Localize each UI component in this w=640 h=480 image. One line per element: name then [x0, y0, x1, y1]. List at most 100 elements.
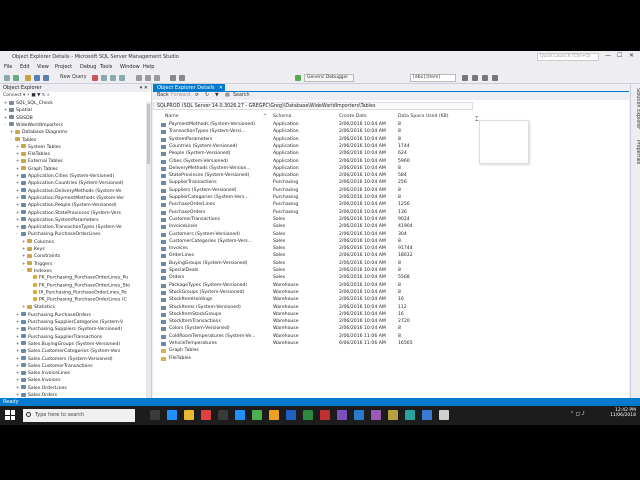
table-row[interactable]: InvoiceLines Sales 2/06/2016 10:04 AM 41904	[153, 223, 629, 230]
tree-node[interactable]: + FileTables	[16, 151, 50, 158]
quick-launch-input[interactable]: Quick Launch (Ctrl+Q)	[537, 53, 599, 61]
tree-node[interactable]: + Purchasing.PurchaseOrders	[16, 312, 91, 319]
tree-node[interactable]: + Application.Cities (System-Versioned)	[16, 173, 114, 180]
tree-node[interactable]: + Keys	[22, 246, 45, 253]
col-create-date-header[interactable]: Create Date	[339, 113, 367, 120]
table-row[interactable]: CustomerTransactions Sales 2/06/2016 10:04…	[153, 216, 629, 223]
menu-tools[interactable]: Tools	[100, 64, 112, 70]
options-icon[interactable]	[492, 75, 498, 81]
tree-node[interactable]: + Database Diagrams	[10, 129, 68, 136]
table-row[interactable]: Countries (System-Versioned) Application 2…	[153, 143, 629, 150]
table-row[interactable]: Orders Sales 2/06/2016 10:04 AM 5568	[153, 274, 629, 281]
minimize-button[interactable]: —	[605, 52, 611, 59]
back-button[interactable]: Back	[157, 92, 169, 100]
tree-node[interactable]: + Sales.CustomerTransactions	[16, 363, 93, 370]
db-engine-query-icon[interactable]	[92, 75, 98, 81]
maximize-button[interactable]: ☐	[617, 52, 622, 59]
save-all-icon[interactable]	[43, 75, 49, 81]
table-row[interactable]: SystemParameters Application 2/06/2016 10:…	[153, 136, 629, 143]
tree-node[interactable]: + Triggers	[22, 261, 52, 268]
tree-node[interactable]: + System Tables	[16, 144, 61, 151]
redo-icon[interactable]	[179, 75, 185, 81]
find-icon[interactable]	[462, 75, 468, 81]
table-row[interactable]: ColdRoomTemperatures (System-Ve... Wareho…	[153, 333, 629, 340]
taskbar-app-icon[interactable]	[235, 410, 245, 420]
table-row[interactable]: PurchaseOrders Purchasing 2/06/2016 10:04 …	[153, 209, 629, 216]
col-space-header[interactable]: Data Space Used (KB)	[398, 113, 449, 120]
start-debug-icon[interactable]	[295, 75, 301, 81]
clock[interactable]: 12:42 PM 11/06/2018	[596, 408, 636, 418]
taskbar-app-icon[interactable]	[422, 410, 432, 420]
taskbar-app-icon[interactable]	[201, 410, 211, 420]
tab-solution-explorer[interactable]: Solution Explorer	[632, 88, 640, 129]
connect-button[interactable]: Connect ▾	[3, 93, 25, 98]
menu-help[interactable]: Help	[143, 64, 154, 70]
table-row[interactable]: SpecialDeals Sales 2/06/2016 10:04 AM 8	[153, 267, 629, 274]
taskbar-app-icon[interactable]	[405, 410, 415, 420]
table-row[interactable]: Cities (System-Versioned) Application 2/06…	[153, 158, 629, 165]
table-row[interactable]: Invoices Sales 2/06/2016 10:04 AM 91744	[153, 245, 629, 252]
menu-debug[interactable]: Debug	[80, 64, 96, 70]
taskbar-search-input[interactable]: Type here to search	[23, 409, 135, 422]
properties-icon[interactable]	[472, 75, 478, 81]
table-row[interactable]: SupplierCategories (System-Vers... Purcha…	[153, 194, 629, 201]
menu-window[interactable]: Window	[120, 64, 140, 70]
cut-icon[interactable]	[136, 75, 142, 81]
table-row[interactable]: TransactionTypes (System-Versi... Applica…	[153, 128, 629, 135]
tree-node[interactable]: - Tables	[10, 137, 36, 144]
copy-icon[interactable]	[145, 75, 151, 81]
pin-close-icon[interactable]: ▾ ✕	[140, 84, 148, 92]
close-button[interactable]: ✕	[629, 52, 634, 59]
taskbar-app-icon[interactable]	[320, 410, 330, 420]
table-row[interactable]: StockItemTransactions Warehouse 2/06/2016 …	[153, 318, 629, 325]
sync-icon[interactable]: ⟳	[195, 92, 199, 100]
tree-node[interactable]: + Spatial	[4, 107, 32, 114]
taskbar-app-icon[interactable]	[337, 410, 347, 420]
dmx-icon[interactable]	[110, 75, 116, 81]
tree-node[interactable]: + Sales.OrderLines	[16, 385, 67, 392]
tab-properties[interactable]: Properties	[632, 140, 640, 164]
start-button[interactable]	[5, 410, 15, 420]
refresh-icon[interactable]: ↻	[205, 92, 209, 100]
taskbar-app-icon[interactable]	[439, 410, 449, 420]
search-button[interactable]: Search	[233, 92, 249, 100]
save-icon[interactable]	[34, 75, 40, 81]
tree-node[interactable]: + Application.SystemParameters	[16, 217, 99, 224]
table-row[interactable]: Suppliers (System-Versioned) Purchasing 2/…	[153, 187, 629, 194]
open-icon[interactable]	[25, 75, 31, 81]
table-row[interactable]: StockGroups (System-Versioned) Warehouse 2…	[153, 289, 629, 296]
tree-node[interactable]: + Application.People (System-Versioned)	[16, 202, 117, 209]
tree-node[interactable]: + Purchasing.SupplierTransactions	[16, 334, 102, 341]
tree-node[interactable]: + SSISDB	[4, 115, 33, 122]
col-schema-header[interactable]: Schema	[273, 113, 291, 120]
tree-node[interactable]: PK_Purchasing_PurchaseOrderLines (C	[28, 297, 127, 304]
table-row[interactable]: PurchaseOrderLines Purchasing 2/06/2016 10…	[153, 201, 629, 208]
table-row[interactable]: StateProvinces (System-Versioned) Applica…	[153, 172, 629, 179]
taskbar-app-icon[interactable]	[371, 410, 381, 420]
tree-node[interactable]: FK_Purchasing_PurchaseOrderLines_Sto	[28, 282, 130, 290]
new-query-button[interactable]: New Query	[60, 75, 87, 80]
tree-node[interactable]: + Statistics	[22, 304, 55, 311]
debugger-combo[interactable]: Generic Debugger	[304, 74, 354, 82]
tree-node[interactable]: - Purchasing.PurchaseOrderLines	[16, 231, 100, 238]
table-row[interactable]: Graph Tables	[153, 347, 629, 354]
forward-button[interactable]: Forward	[171, 92, 190, 100]
table-row[interactable]: PackageTypes (System-Versioned) Warehouse…	[153, 282, 629, 289]
tree-node[interactable]: + Sales.CustomerCategories (System-Vers	[16, 348, 120, 355]
tree-node[interactable]: + Graph Tables	[16, 166, 58, 173]
tree-node[interactable]: + Application.StateProvinces (System-Vers	[16, 210, 121, 217]
tree-node[interactable]: IX_Purchasing_PurchaseOrderLines_Pe	[28, 289, 127, 297]
menu-view[interactable]: View	[37, 64, 49, 70]
menu-edit[interactable]: Edit	[20, 64, 30, 70]
undo-icon[interactable]	[170, 75, 176, 81]
table-row[interactable]: BuyingGroups (System-Versioned) Sales 2/06…	[153, 260, 629, 267]
mdx-icon[interactable]	[101, 75, 107, 81]
tree-node[interactable]: + Constraints	[22, 253, 60, 260]
tree-node[interactable]: + Sales.Invoices	[16, 377, 61, 384]
tray-icons[interactable]: ⌃ ◻ ♪	[570, 411, 585, 417]
tree-node[interactable]: + Application.PaymentMethods (System-Ver	[16, 195, 124, 202]
taskbar-app-icon[interactable]	[354, 410, 364, 420]
back-nav-icon[interactable]	[4, 75, 10, 81]
table-row[interactable]: StockItemStockGroups Warehouse 2/06/2016 1…	[153, 311, 629, 318]
tree-node[interactable]: + Sales.Customers (System-Versioned)	[16, 356, 113, 363]
